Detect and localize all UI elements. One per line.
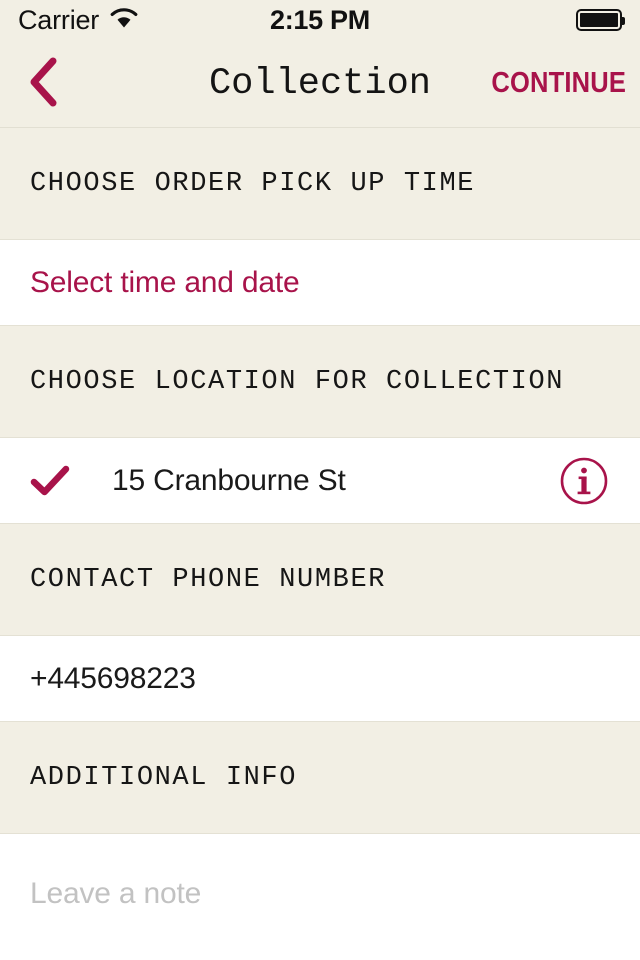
form-content: CHOOSE ORDER PICK UP TIME Select time an… bbox=[0, 128, 640, 960]
note-row[interactable]: Leave a note bbox=[0, 834, 640, 954]
section-header-phone: CONTACT PHONE NUMBER bbox=[0, 524, 640, 636]
section-header-location: CHOOSE LOCATION FOR COLLECTION bbox=[0, 326, 640, 438]
check-icon bbox=[30, 464, 76, 498]
info-circle-icon[interactable] bbox=[558, 455, 610, 507]
pickup-time-value: Select time and date bbox=[30, 265, 300, 299]
section-header-pickup-time: CHOOSE ORDER PICK UP TIME bbox=[0, 128, 640, 240]
section-header-label: CONTACT PHONE NUMBER bbox=[30, 564, 387, 595]
location-row[interactable]: 15 Cranbourne St bbox=[0, 438, 640, 524]
back-button[interactable] bbox=[0, 40, 86, 127]
note-input-placeholder: Leave a note bbox=[30, 877, 202, 910]
section-header-label: CHOOSE LOCATION FOR COLLECTION bbox=[30, 366, 565, 397]
phone-number-value: +445698223 bbox=[30, 661, 196, 695]
navigation-bar: Collection CONTINUE bbox=[0, 40, 640, 128]
phone-row[interactable]: +445698223 bbox=[0, 636, 640, 722]
status-bar: Carrier 2:15 PM bbox=[0, 0, 640, 40]
chevron-left-icon bbox=[26, 56, 60, 111]
battery-full-icon bbox=[576, 9, 625, 31]
section-header-label: CHOOSE ORDER PICK UP TIME bbox=[30, 168, 476, 199]
continue-button[interactable]: CONTINUE bbox=[491, 67, 626, 100]
app-screen: Carrier 2:15 PM Collection CONTINUE CHOO… bbox=[0, 0, 640, 960]
pickup-time-row[interactable]: Select time and date bbox=[0, 240, 640, 326]
section-header-additional-info: ADDITIONAL INFO bbox=[0, 722, 640, 834]
status-bar-right bbox=[576, 9, 625, 31]
section-header-label: ADDITIONAL INFO bbox=[30, 762, 298, 793]
location-label: 15 Cranbourne St bbox=[112, 463, 346, 497]
status-time: 2:15 PM bbox=[270, 4, 370, 35]
